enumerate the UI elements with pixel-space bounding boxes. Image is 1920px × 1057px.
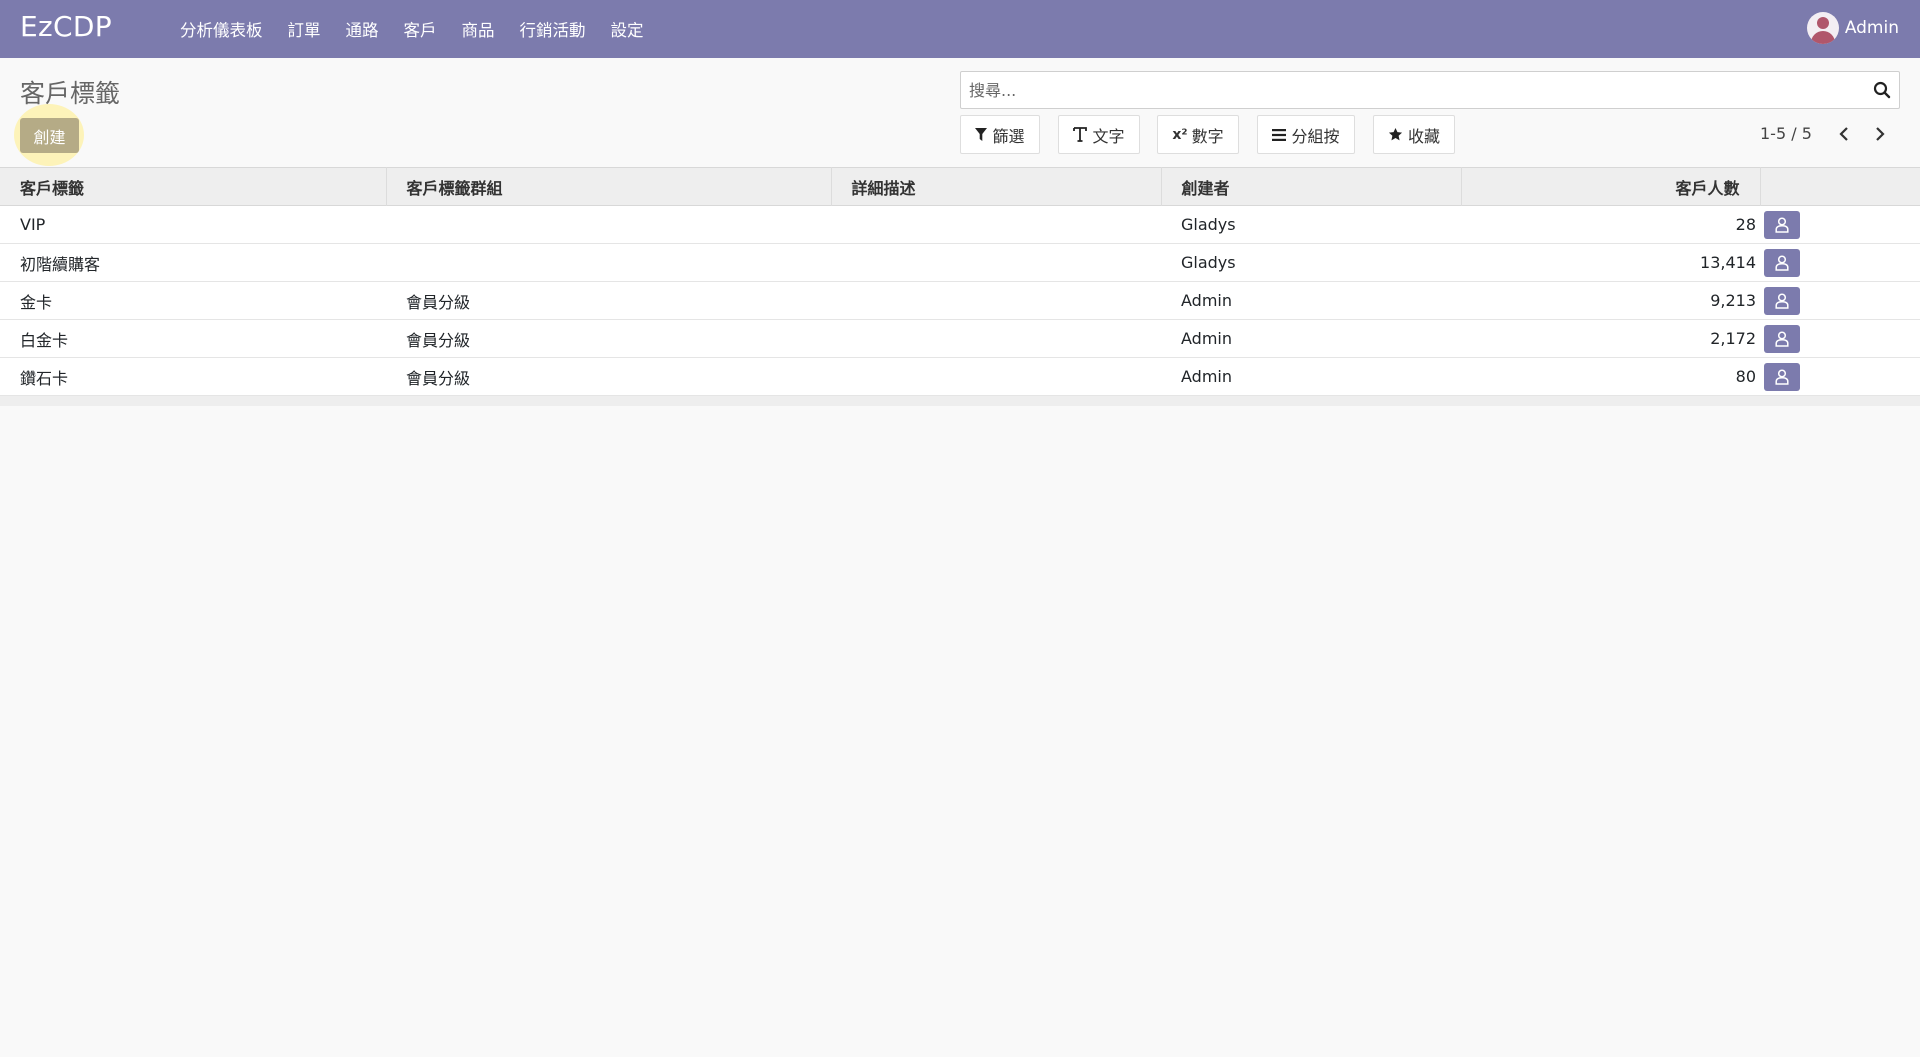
filter-label: 篩選: [992, 126, 1025, 146]
pager-previous-icon[interactable]: [1834, 124, 1854, 144]
user-menu[interactable]: Admin: [1806, 12, 1899, 44]
page-title: 客戶標籤: [20, 79, 121, 108]
superscript-icon: x²: [1172, 126, 1188, 143]
cell-creator: Admin: [1181, 367, 1232, 386]
view-customers-button[interactable]: [1764, 362, 1800, 391]
cell-description: [831, 282, 1161, 320]
table-row[interactable]: 白金卡 會員分級 Admin 2,172: [0, 319, 1920, 358]
table-row[interactable]: 金卡 會員分級 Admin 9,213: [0, 281, 1920, 320]
filter-button[interactable]: 篩選: [960, 115, 1040, 154]
search-box: [960, 71, 1900, 109]
cell-creator: Admin: [1181, 329, 1232, 348]
table-footer: [0, 396, 1920, 406]
user-icon: [1775, 330, 1789, 347]
cell-tag: 鑽石卡: [20, 368, 69, 388]
cell-customer-count: 80: [1735, 367, 1756, 386]
menu-item-channels[interactable]: 通路: [346, 17, 379, 41]
cell-customer-count: 13,414: [1700, 253, 1756, 272]
table-header-row: 客戶標籤 客戶標籤群組 詳細描述 創建者 客戶人數: [0, 167, 1920, 206]
text-button[interactable]: 文字: [1058, 115, 1140, 154]
column-header-customer-count[interactable]: 客戶人數: [1461, 167, 1761, 206]
cell-tag: 白金卡: [20, 330, 69, 350]
menu-item-settings[interactable]: 設定: [611, 17, 644, 41]
favorites-button[interactable]: 收藏: [1373, 115, 1455, 154]
menu-item-orders[interactable]: 訂單: [288, 17, 321, 41]
column-header-group[interactable]: 客戶標籤群組: [386, 167, 832, 206]
cell-customer-count: 28: [1735, 215, 1756, 234]
cell-description: [831, 320, 1161, 358]
user-icon: [1775, 292, 1789, 309]
cell-description: [831, 206, 1161, 244]
table-row[interactable]: 鑽石卡 會員分級 Admin 80: [0, 357, 1920, 396]
star-icon: [1388, 127, 1403, 142]
cell-group: [386, 244, 831, 282]
cell-description: [831, 244, 1161, 282]
menu-item-products[interactable]: 商品: [462, 17, 495, 41]
cell-group: 會員分級: [406, 292, 471, 312]
create-button[interactable]: 創建: [20, 118, 79, 153]
pager-next-icon[interactable]: [1870, 124, 1890, 144]
view-customers-button[interactable]: [1764, 248, 1800, 277]
column-header-creator[interactable]: 創建者: [1161, 167, 1462, 206]
cell-group: [386, 206, 831, 244]
cell-creator: Admin: [1181, 291, 1232, 310]
user-name: Admin: [1844, 18, 1899, 38]
cell-customer-count: 9,213: [1710, 291, 1756, 310]
top-navbar: EzCDP 分析儀表板 訂單 通路 客戶 商品 行銷活動 設定 Admin: [0, 0, 1920, 58]
user-icon: [1775, 216, 1789, 233]
search-icon[interactable]: [1873, 81, 1891, 99]
column-header-actions: [1760, 168, 1920, 206]
view-customers-button[interactable]: [1764, 286, 1800, 315]
search-input[interactable]: [967, 77, 1827, 103]
column-header-description[interactable]: 詳細描述: [831, 167, 1162, 206]
customer-tag-table: 客戶標籤 客戶標籤群組 詳細描述 創建者 客戶人數 VIP Gladys 28 …: [0, 167, 1920, 406]
number-label: 數字: [1191, 126, 1224, 146]
cell-tag: VIP: [20, 215, 46, 234]
column-header-tag[interactable]: 客戶標籤: [0, 167, 387, 206]
text-label: 文字: [1092, 126, 1125, 146]
table-row[interactable]: VIP Gladys 28: [0, 205, 1920, 244]
view-customers-button[interactable]: [1764, 210, 1800, 239]
menu-item-dashboard[interactable]: 分析儀表板: [180, 17, 263, 41]
cell-tag: 金卡: [20, 292, 53, 312]
list-icon: [1272, 128, 1287, 141]
view-customers-button[interactable]: [1764, 324, 1800, 353]
menu-item-customers[interactable]: 客戶: [404, 17, 437, 41]
cell-customer-count: 2,172: [1710, 329, 1756, 348]
cell-group: 會員分級: [406, 330, 471, 350]
text-format-icon: [1073, 127, 1088, 142]
table-row[interactable]: 初階續購客 Gladys 13,414: [0, 243, 1920, 282]
app-brand[interactable]: EzCDP: [20, 10, 112, 43]
number-button[interactable]: x² 數字: [1157, 115, 1239, 154]
cell-creator: Gladys: [1181, 215, 1236, 234]
favorites-label: 收藏: [1407, 126, 1440, 146]
cell-creator: Gladys: [1181, 253, 1236, 272]
group-by-label: 分組按: [1291, 126, 1340, 146]
cell-description: [831, 358, 1161, 396]
filter-icon: [975, 128, 988, 141]
user-icon: [1775, 368, 1789, 385]
avatar: [1806, 12, 1839, 44]
main-menu: 分析儀表板 訂單 通路 客戶 商品 行銷活動 設定: [180, 0, 669, 58]
pager-value[interactable]: 1-5 / 5: [1760, 124, 1812, 143]
group-by-button[interactable]: 分組按: [1257, 115, 1355, 154]
cell-tag: 初階續購客: [20, 254, 101, 274]
cell-group: 會員分級: [406, 368, 471, 388]
user-icon: [1775, 254, 1789, 271]
menu-item-campaigns[interactable]: 行銷活動: [520, 17, 586, 41]
